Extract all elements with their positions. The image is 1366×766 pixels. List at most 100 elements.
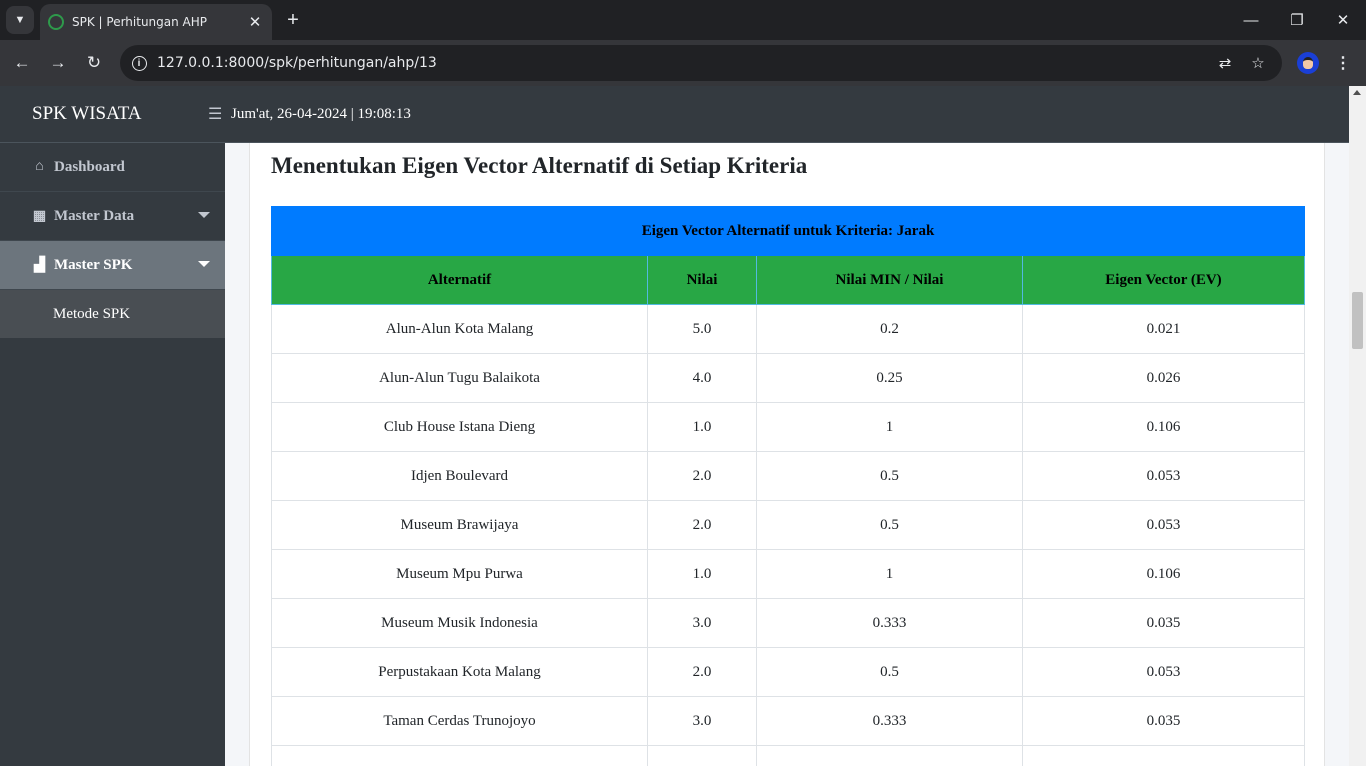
profile-avatar[interactable] (1297, 52, 1319, 74)
eigen-vector-table: Eigen Vector Alternatif untuk Kriteria: … (271, 206, 1305, 766)
minimize-button[interactable]: — (1228, 0, 1274, 40)
cell-eigen-vector: 0.035 (1022, 696, 1305, 746)
caret-down-icon (198, 212, 210, 218)
new-tab-button[interactable]: + (282, 8, 304, 32)
address-bar[interactable]: i 127.0.0.1:8000/spk/perhitungan/ahp/13 … (120, 45, 1282, 81)
table-row: Idjen Boulevard 2.0 0.5 0.053 (271, 451, 1305, 501)
table-row: Museum Brawijaya 2.0 0.5 0.053 (271, 500, 1305, 550)
chevron-down-icon: ▼ (14, 14, 26, 26)
sidebar-item-dashboard[interactable]: ⌂ Dashboard (0, 143, 225, 192)
cell-alternatif: Alun-Alun Tugu Balaikota (271, 353, 648, 403)
cell-eigen-vector: 0.053 (1022, 647, 1305, 697)
table-row: Museum Mpu Purwa 1.0 1 0.106 (271, 549, 1305, 599)
person-icon (1303, 57, 1313, 69)
table-row: Museum Musik Indonesia 3.0 0.333 0.035 (271, 598, 1305, 648)
cell-nilai-min (756, 745, 1023, 766)
table-row: Club House Istana Dieng 1.0 1 0.106 (271, 402, 1305, 452)
tab-search-button[interactable]: ▼ (6, 6, 34, 34)
cell-nilai: 2.0 (647, 451, 757, 501)
reload-icon[interactable]: ↻ (80, 49, 108, 77)
cell-eigen-vector: 0.053 (1022, 451, 1305, 501)
cell-nilai-min: 0.2 (756, 304, 1023, 354)
cell-nilai-min: 0.25 (756, 353, 1023, 403)
column-header-nilai-min: Nilai MIN / Nilai (756, 255, 1023, 305)
table-row: Perpustakaan Kota Malang 2.0 0.5 0.053 (271, 647, 1305, 697)
top-navbar: SPK WISATA ☰ Jum'at, 26-04-2024 | 19:08:… (0, 86, 1349, 143)
cell-alternatif: Perpustakaan Kota Malang (271, 647, 648, 697)
cell-alternatif: Alun-Alun Kota Malang (271, 304, 648, 354)
sidebar-item-label: Master Data (54, 207, 135, 224)
cell-eigen-vector: 0.021 (1022, 304, 1305, 354)
sidebar-subitem-label: Metode SPK (53, 305, 131, 322)
content-card: Menentukan Eigen Vector Alternatif di Se… (249, 143, 1325, 766)
back-arrow-icon[interactable]: ← (8, 49, 36, 77)
cell-nilai: 2.0 (647, 500, 757, 550)
cell-alternatif: Idjen Boulevard (271, 451, 648, 501)
cell-nilai-min: 1 (756, 402, 1023, 452)
cell-nilai-min: 0.333 (756, 696, 1023, 746)
maximize-button[interactable]: ❐ (1274, 0, 1320, 40)
cell-alternatif: Museum Brawijaya (271, 500, 648, 550)
cell-eigen-vector: 0.035 (1022, 598, 1305, 648)
cell-nilai-min: 0.5 (756, 647, 1023, 697)
sidebar: ⌂ Dashboard ▦ Master Data ▟ Master SPK M… (0, 143, 225, 766)
forward-arrow-icon[interactable]: → (44, 49, 72, 77)
table-caption: Eigen Vector Alternatif untuk Kriteria: … (271, 206, 1305, 256)
current-datetime: Jum'at, 26-04-2024 | 19:08:13 (231, 106, 411, 122)
cell-nilai-min: 0.5 (756, 451, 1023, 501)
cell-nilai-min: 0.5 (756, 500, 1023, 550)
cell-eigen-vector: 0.106 (1022, 402, 1305, 452)
cell-eigen-vector: 0.053 (1022, 500, 1305, 550)
sidebar-subitem-metode-spk[interactable]: Metode SPK (0, 290, 225, 338)
cell-alternatif: Museum Musik Indonesia (271, 598, 648, 648)
cell-alternatif: Taman Cerdas Trunojoyo (271, 696, 648, 746)
cell-nilai (647, 745, 757, 766)
translate-icon[interactable]: ⇄ (1213, 51, 1237, 75)
cell-nilai-min: 0.333 (756, 598, 1023, 648)
cell-nilai: 1.0 (647, 402, 757, 452)
page-scrollbar[interactable] (1349, 86, 1366, 766)
cell-eigen-vector: 0.026 (1022, 353, 1305, 403)
table-row (271, 745, 1305, 766)
tab-close-icon[interactable]: ✕ (244, 11, 266, 33)
caret-down-icon (198, 261, 210, 267)
column-header-nilai: Nilai (647, 255, 757, 305)
sidebar-item-label: Master SPK (54, 256, 133, 273)
scrollbar-thumb[interactable] (1352, 292, 1363, 349)
cell-nilai-min: 1 (756, 549, 1023, 599)
url-text[interactable]: 127.0.0.1:8000/spk/perhitungan/ahp/13 (157, 45, 437, 81)
section-title: Menentukan Eigen Vector Alternatif di Se… (271, 153, 808, 178)
browser-tab-strip: ▼ SPK | Perhitungan AHP ✕ + — ❐ ✕ (0, 0, 1366, 40)
app-viewport: SPK WISATA ☰ Jum'at, 26-04-2024 | 19:08:… (0, 86, 1366, 766)
cell-eigen-vector (1022, 745, 1305, 766)
cell-alternatif: Club House Istana Dieng (271, 402, 648, 452)
sidebar-item-master-spk[interactable]: ▟ Master SPK (0, 241, 225, 290)
menu-kebab-icon[interactable]: ⋮ (1332, 52, 1354, 74)
browser-tab[interactable]: SPK | Perhitungan AHP ✕ (40, 4, 272, 40)
hamburger-menu-icon[interactable]: ☰ (208, 104, 222, 124)
table-row: Alun-Alun Kota Malang 5.0 0.2 0.021 (271, 304, 1305, 354)
bookmark-star-icon[interactable]: ☆ (1246, 51, 1270, 75)
cell-nilai: 3.0 (647, 598, 757, 648)
scroll-up-arrow-icon[interactable] (1353, 90, 1361, 95)
cell-alternatif: Museum Mpu Purwa (271, 549, 648, 599)
column-header-eigen-vector: Eigen Vector (EV) (1022, 255, 1305, 305)
home-icon: ⌂ (35, 159, 44, 174)
cell-eigen-vector: 0.106 (1022, 549, 1305, 599)
sidebar-item-label: Dashboard (54, 158, 125, 175)
sidebar-item-master-data[interactable]: ▦ Master Data (0, 192, 225, 241)
cell-nilai: 4.0 (647, 353, 757, 403)
cell-nilai: 1.0 (647, 549, 757, 599)
brand-logo[interactable]: SPK WISATA (0, 86, 225, 143)
cell-nilai: 5.0 (647, 304, 757, 354)
table-row: Taman Cerdas Trunojoyo 3.0 0.333 0.035 (271, 696, 1305, 746)
site-info-icon[interactable]: i (126, 50, 152, 76)
close-window-button[interactable]: ✕ (1320, 0, 1366, 40)
favicon-icon (48, 14, 64, 30)
tab-title: SPK | Perhitungan AHP (72, 15, 208, 29)
table-row: Alun-Alun Tugu Balaikota 4.0 0.25 0.026 (271, 353, 1305, 403)
column-header-alternatif: Alternatif (271, 255, 648, 305)
cell-nilai: 2.0 (647, 647, 757, 697)
sitemap-icon: ▟ (34, 257, 45, 273)
cubes-icon: ▦ (32, 208, 47, 224)
